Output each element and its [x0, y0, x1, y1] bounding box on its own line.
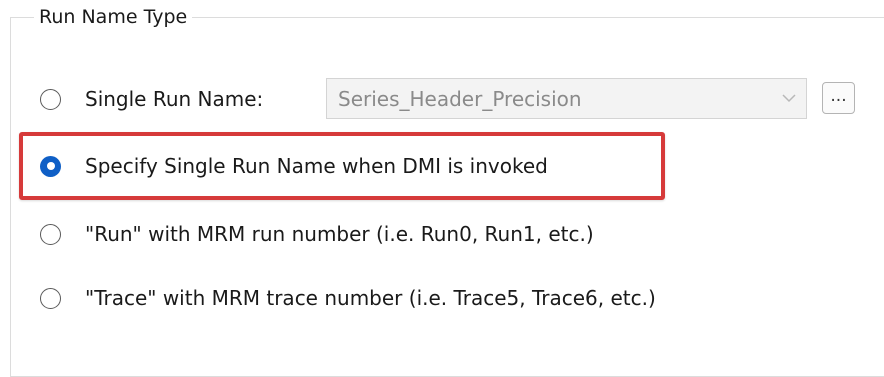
- single-run-name-label: Single Run Name:: [85, 87, 264, 111]
- highlight-box: [19, 132, 665, 200]
- trace-number-radio[interactable]: [40, 287, 61, 309]
- run-name-type-title: Run Name Type: [34, 4, 193, 30]
- run-name-combobox[interactable]: Series_Header_Precision: [326, 78, 807, 119]
- run-number-radio[interactable]: [40, 223, 61, 245]
- run-name-combobox-value: Series_Header_Precision: [338, 86, 582, 111]
- option-run-number[interactable]: "Run" with MRM run number (i.e. Run0, Ru…: [40, 214, 594, 254]
- trace-number-label: "Trace" with MRM trace number (i.e. Trac…: [85, 286, 656, 310]
- single-run-name-radio[interactable]: [40, 88, 61, 110]
- option-single-run-name[interactable]: Single Run Name:: [40, 79, 263, 119]
- chevron-down-icon[interactable]: [772, 79, 806, 118]
- run-number-label: "Run" with MRM run number (i.e. Run0, Ru…: [85, 222, 594, 246]
- browse-button[interactable]: ...: [822, 82, 855, 114]
- option-trace-number[interactable]: "Trace" with MRM trace number (i.e. Trac…: [40, 278, 656, 318]
